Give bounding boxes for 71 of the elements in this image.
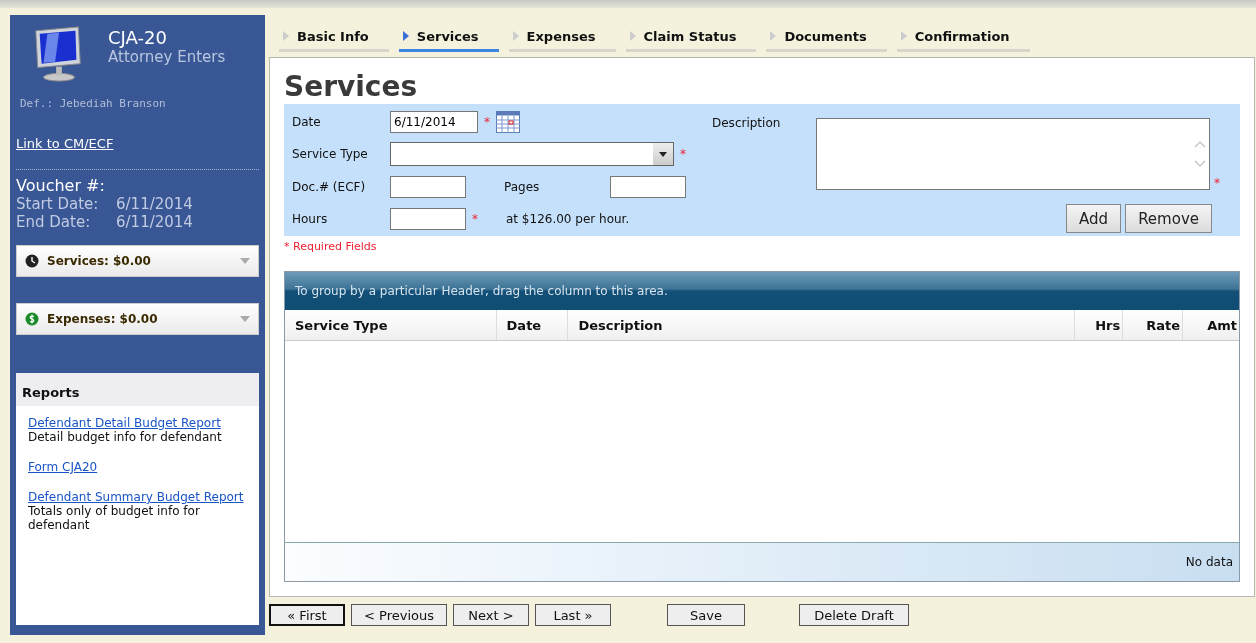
no-data-text: No data bbox=[1185, 555, 1233, 569]
pages-field[interactable] bbox=[610, 175, 686, 198]
triangle-icon bbox=[283, 31, 289, 41]
tab[interactable]: Claim Status bbox=[625, 23, 757, 52]
required-mark: * bbox=[1214, 176, 1220, 190]
service-type-dropdown[interactable] bbox=[390, 142, 674, 166]
group-hint: To group by a particular Header, drag the column to this area. bbox=[295, 284, 668, 298]
voucher-label: Voucher #: bbox=[16, 176, 106, 195]
column-header[interactable]: Service Type bbox=[285, 310, 497, 340]
calendar-icon[interactable] bbox=[496, 110, 520, 133]
report-description: Detail budget info for defendant bbox=[28, 430, 223, 444]
report-link[interactable]: Form CJA20 bbox=[28, 460, 98, 474]
required-mark: * bbox=[472, 211, 478, 226]
tab[interactable]: Confirmation bbox=[896, 23, 1030, 52]
report-description: Totals only of budget info for defendant bbox=[28, 504, 201, 532]
nav-button[interactable]: < Previous bbox=[351, 604, 447, 626]
tab[interactable]: Basic Info bbox=[279, 23, 389, 52]
doc-number-field[interactable] bbox=[390, 175, 466, 198]
dollar-icon bbox=[25, 312, 39, 326]
tab[interactable]: Expenses bbox=[508, 23, 616, 52]
column-header[interactable]: Amt bbox=[1183, 310, 1239, 340]
required-mark: * bbox=[680, 147, 686, 161]
required-note: * Required Fields bbox=[284, 240, 378, 253]
triangle-icon bbox=[900, 31, 907, 41]
dropdown-arrow-icon bbox=[240, 316, 250, 322]
column-header[interactable]: Hrs bbox=[1075, 310, 1124, 340]
defendant-name: Def.: Jebediah Branson bbox=[20, 97, 167, 110]
required-mark: * bbox=[484, 114, 490, 129]
summary-dropdown[interactable]: Expenses: $0.00 bbox=[16, 303, 259, 335]
field-label: Doc.# (ECF) bbox=[292, 179, 367, 194]
field-label: Date bbox=[292, 114, 322, 129]
date-label: Start Date: bbox=[16, 195, 100, 213]
description-field[interactable] bbox=[816, 118, 1210, 190]
form-subtitle: Attorney Enters bbox=[108, 48, 226, 66]
field-label: Description bbox=[712, 115, 782, 130]
nav-button[interactable]: Next > bbox=[453, 604, 529, 626]
tab[interactable]: Services bbox=[398, 23, 499, 52]
triangle-icon bbox=[402, 31, 409, 41]
rate-text: at $126.00 per hour. bbox=[506, 211, 630, 226]
date-label: End Date: bbox=[16, 213, 92, 231]
page-heading: Services bbox=[284, 70, 419, 104]
report-link[interactable]: Defendant Summary Budget Report bbox=[28, 490, 244, 504]
date-value: 6/11/2014 bbox=[116, 213, 193, 231]
triangle-icon bbox=[512, 31, 519, 41]
tab[interactable]: Documents bbox=[766, 23, 887, 52]
action-button[interactable]: Remove bbox=[1125, 204, 1212, 233]
form-title: CJA-20 bbox=[108, 27, 168, 48]
column-header[interactable]: Date bbox=[496, 310, 569, 340]
field-label: Hours bbox=[292, 211, 329, 226]
cm-ecf-link[interactable]: Link to CM/ECF bbox=[16, 136, 114, 151]
triangle-icon bbox=[770, 31, 777, 41]
dropdown-arrow-icon bbox=[240, 258, 250, 264]
nav-button[interactable]: Save bbox=[667, 604, 745, 626]
report-link[interactable]: Defendant Detail Budget Report bbox=[28, 416, 221, 430]
action-button[interactable]: Add bbox=[1066, 204, 1122, 233]
column-header[interactable]: Rate bbox=[1123, 310, 1184, 340]
nav-button[interactable]: « First bbox=[269, 604, 345, 626]
reports-title: Reports bbox=[22, 385, 80, 400]
field-label: Service Type bbox=[292, 147, 369, 161]
triangle-icon bbox=[629, 31, 636, 41]
scroll-arrows-icon bbox=[1193, 139, 1207, 169]
field-label: Pages bbox=[504, 179, 541, 194]
summary-dropdown[interactable]: Services: $0.00 bbox=[16, 245, 259, 277]
clock-icon bbox=[25, 254, 39, 268]
date-value: 6/11/2014 bbox=[116, 195, 193, 213]
date-field[interactable]: 6/11/2014 bbox=[390, 110, 478, 133]
nav-button[interactable]: Delete Draft bbox=[799, 604, 909, 626]
nav-button[interactable]: Last » bbox=[535, 604, 611, 626]
hours-field[interactable] bbox=[390, 207, 466, 230]
column-header[interactable]: Description bbox=[568, 310, 1076, 340]
caret-icon bbox=[659, 151, 667, 157]
